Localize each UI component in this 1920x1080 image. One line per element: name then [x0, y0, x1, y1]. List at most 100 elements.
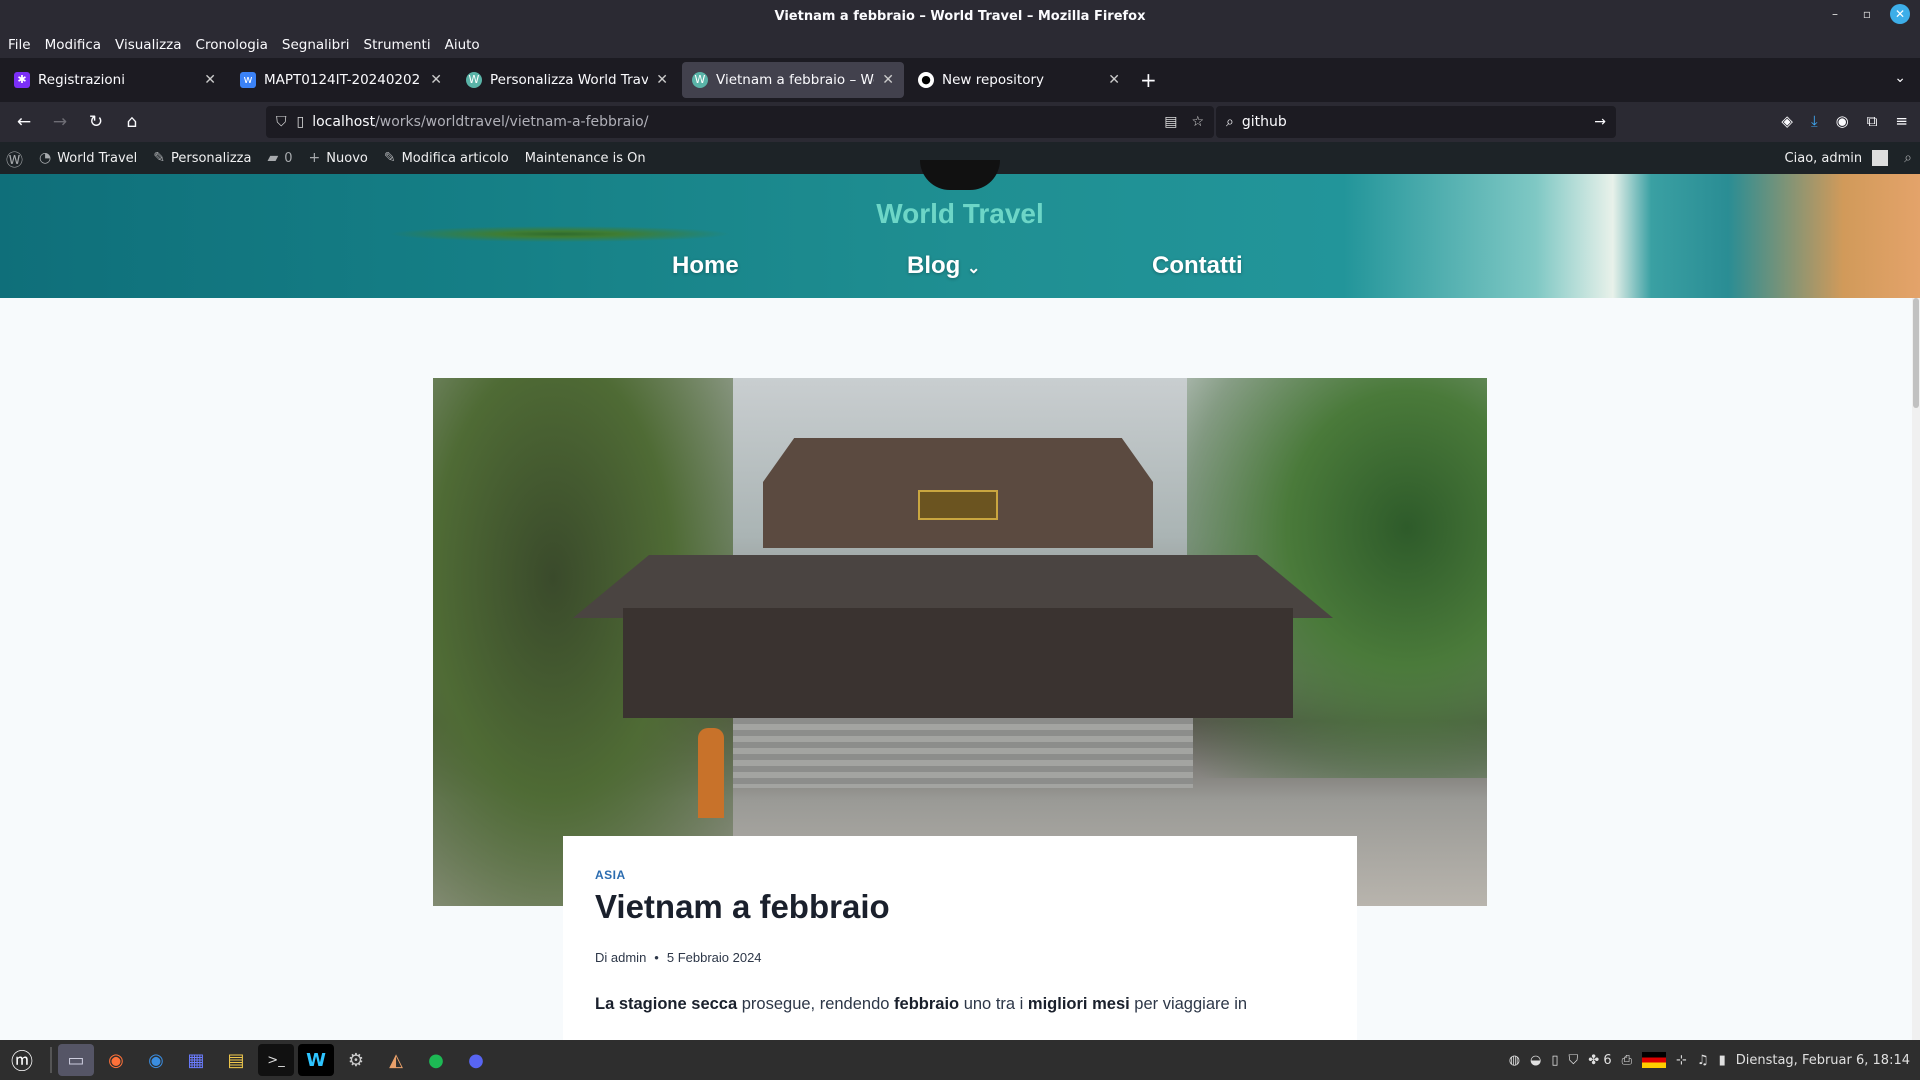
close-tab-icon[interactable]: ✕: [204, 72, 216, 88]
wp-site-link[interactable]: ◔ World Travel: [39, 150, 137, 166]
image-viewer-icon[interactable]: ◭: [378, 1044, 414, 1076]
go-arrow-icon[interactable]: →: [1594, 114, 1606, 130]
search-icon[interactable]: ⌕: [1904, 150, 1912, 166]
printer-icon[interactable]: ⎙: [1622, 1053, 1632, 1068]
search-bar[interactable]: ⌕ github →: [1216, 106, 1616, 138]
post-card: ASIA Vietnam a febbraio Di admin • 5 Febbr…: [563, 836, 1357, 1056]
tab-personalizza[interactable]: W Personalizza World Travel – ✕: [456, 62, 678, 98]
menu-modifica[interactable]: Modifica: [45, 37, 101, 53]
battery-icon[interactable]: ▮: [1719, 1053, 1726, 1068]
pocket-icon[interactable]: ◈: [1781, 112, 1793, 130]
close-tab-icon[interactable]: ✕: [1108, 72, 1120, 88]
nav-blog[interactable]: Blog ⌄: [907, 252, 980, 280]
mint-menu-icon[interactable]: ⓜ: [4, 1044, 40, 1076]
discord-icon[interactable]: ●: [458, 1044, 494, 1076]
calculator-icon[interactable]: ▤: [218, 1044, 254, 1076]
account-icon[interactable]: ◉: [1836, 112, 1849, 130]
menu-cronologia[interactable]: Cronologia: [196, 37, 268, 53]
tab-new-repository[interactable]: ● New repository ✕: [908, 62, 1130, 98]
search-icon: ⌕: [1226, 114, 1234, 130]
bookmark-star-icon[interactable]: ☆: [1191, 114, 1204, 130]
new-tab-icon[interactable]: +: [1140, 68, 1157, 92]
loom-icon: ✱: [14, 72, 30, 88]
discord-tray-icon[interactable]: ◍: [1509, 1053, 1520, 1068]
window-controls: – ▫ ✕: [1826, 4, 1910, 24]
scrollbar-thumb[interactable]: [1913, 298, 1919, 408]
image-monk: [698, 728, 724, 818]
site-title[interactable]: World Travel: [0, 198, 1920, 230]
post-author[interactable]: Di admin: [595, 950, 646, 965]
post-category[interactable]: ASIA: [595, 868, 1325, 882]
search-input[interactable]: github: [1242, 114, 1287, 130]
wp-new-label: Nuovo: [326, 150, 368, 166]
excerpt-text-3: per viaggiare in: [1129, 995, 1248, 1013]
tab-mapt[interactable]: w MAPT0124IT-20240202 180 ✕: [230, 62, 452, 98]
clock[interactable]: Dienstag, Februar 6, 18:14: [1736, 1053, 1910, 1068]
menu-aiuto[interactable]: Aiuto: [445, 37, 480, 53]
reload-icon[interactable]: ↻: [78, 112, 114, 132]
url-bar-actions: ▤ ☆: [1164, 114, 1204, 130]
tray-icon[interactable]: ◒: [1530, 1053, 1541, 1068]
wp-maintenance-status[interactable]: Maintenance is On: [525, 151, 646, 166]
menu-file[interactable]: File: [8, 37, 31, 53]
page-scrollbar[interactable]: [1912, 298, 1920, 1040]
system-tray: ◍ ◒ ▯ ⛉ ✤ 6 ⎙ ⊹ ♫ ▮ Dienstag, Februar 6,…: [1509, 1040, 1910, 1080]
reader-view-icon[interactable]: ▤: [1164, 114, 1177, 130]
wp-comments-link[interactable]: ▰ 0: [267, 150, 292, 166]
close-tab-icon[interactable]: ✕: [656, 72, 668, 88]
maximize-icon[interactable]: ▫: [1858, 7, 1876, 21]
shield-icon[interactable]: ⛉: [276, 114, 287, 130]
home-icon[interactable]: ⌂: [114, 112, 150, 132]
tab-vietnam[interactable]: W Vietnam a febbraio – World ✕: [682, 62, 904, 98]
url-bar[interactable]: ⛉ ▯ localhost/works/worldtravel/vietnam-…: [266, 106, 1214, 138]
close-icon[interactable]: ✕: [1890, 4, 1910, 24]
wp-account[interactable]: Ciao, admin ⌕: [1785, 150, 1912, 166]
toolbar-right: ◈ ⤓ ◉ ⧉ ≡: [1781, 112, 1908, 130]
menu-strumenti[interactable]: Strumenti: [364, 37, 431, 53]
sound-icon[interactable]: ♫: [1697, 1053, 1709, 1068]
menu-visualizza[interactable]: Visualizza: [115, 37, 182, 53]
nav-bar: ← → ↻ ⌂ ⛉ ▯ localhost/works/worldtravel/…: [0, 102, 1920, 142]
webstorm-icon[interactable]: W: [298, 1044, 334, 1076]
hamburger-menu-icon[interactable]: ≡: [1895, 112, 1908, 130]
download-icon[interactable]: ⤓: [1811, 112, 1818, 130]
shield-tray-icon[interactable]: ⛉: [1569, 1053, 1579, 1068]
chevron-down-icon: ⌄: [967, 260, 981, 277]
window-titlebar: Vietnam a febbraio – World Travel – Mozi…: [0, 0, 1920, 32]
files-icon[interactable]: ▭: [58, 1044, 94, 1076]
image-temple-body: [623, 608, 1293, 718]
keyboard-layout-flag[interactable]: [1642, 1052, 1667, 1068]
brush-icon: ✎: [153, 150, 165, 166]
close-tab-icon[interactable]: ✕: [430, 72, 442, 88]
taskbar: ⓜ ▭ ◉ ◉ ▦ ▤ >_ W ⚙ ◭ ● ● ◍ ◒ ▯ ⛉ ✤ 6 ⎙ ⊹…: [0, 1040, 1920, 1080]
close-tab-icon[interactable]: ✕: [882, 72, 894, 88]
back-icon[interactable]: ←: [6, 112, 42, 132]
tab-registrazioni[interactable]: ✱ Registrazioni ✕: [4, 62, 226, 98]
site-logo[interactable]: [920, 160, 1000, 190]
forward-icon[interactable]: →: [42, 112, 78, 132]
wp-edit-post-link[interactable]: ✎ Modifica articolo: [384, 150, 509, 166]
nav-contatti[interactable]: Contatti: [1152, 252, 1243, 280]
chevron-down-icon[interactable]: ⌄: [1894, 70, 1906, 86]
tab-label: MAPT0124IT-20240202 180: [264, 72, 422, 88]
tab-label: Vietnam a febbraio – World: [716, 72, 874, 88]
nav-home[interactable]: Home: [672, 252, 739, 280]
terminal-icon[interactable]: >_: [258, 1044, 294, 1076]
notification-icon[interactable]: ✤ 6: [1588, 1053, 1611, 1068]
settings-icon[interactable]: ⚙: [338, 1044, 374, 1076]
screenshot-icon[interactable]: ▦: [178, 1044, 214, 1076]
excerpt-text-2: uno tra i: [959, 995, 1028, 1013]
thunderbird-icon[interactable]: ◉: [138, 1044, 174, 1076]
clipboard-icon[interactable]: ▯: [1551, 1053, 1558, 1068]
wp-customize-link[interactable]: ✎ Personalizza: [153, 150, 251, 166]
menu-segnalibri[interactable]: Segnalibri: [282, 37, 350, 53]
network-icon[interactable]: ⊹: [1676, 1053, 1687, 1068]
wp-logo[interactable]: Ⓦ: [6, 146, 23, 171]
extensions-icon[interactable]: ⧉: [1867, 112, 1878, 130]
post-date: 5 Febbraio 2024: [666, 950, 762, 965]
firefox-icon[interactable]: ◉: [98, 1044, 134, 1076]
spotify-icon[interactable]: ●: [418, 1044, 454, 1076]
minimize-icon[interactable]: –: [1826, 7, 1844, 21]
wp-site-label: World Travel: [57, 150, 138, 166]
wp-new-link[interactable]: + Nuovo: [309, 150, 368, 166]
